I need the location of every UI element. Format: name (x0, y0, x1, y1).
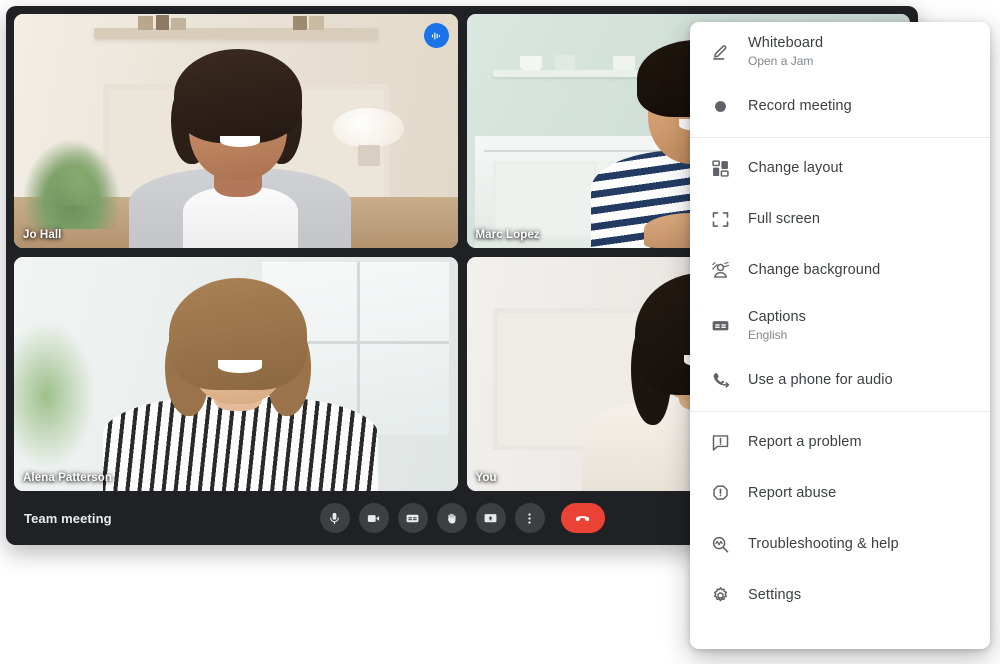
menu-item-whiteboard[interactable]: Whiteboard Open a Jam (690, 22, 990, 81)
captions-button[interactable] (397, 503, 428, 533)
closed-captions-icon (406, 514, 419, 522)
menu-item-settings[interactable]: Settings (690, 570, 990, 621)
meeting-title-label: Team meeting (24, 510, 112, 526)
participant-name-label: You (475, 472, 497, 484)
raised-hand-icon (447, 513, 456, 523)
menu-item-label: Troubleshooting & help (748, 536, 899, 553)
menu-item-change-background[interactable]: Change background (690, 245, 990, 296)
menu-item-sublabel: English (748, 327, 788, 342)
participant-tile-jo-hall[interactable]: Jo Hall (14, 14, 458, 248)
menu-item-label: Whiteboard (748, 34, 824, 51)
gear-icon (702, 585, 738, 606)
microphone-button[interactable] (319, 503, 350, 533)
menu-item-record-meeting[interactable]: Record meeting (690, 81, 990, 132)
record-dot-icon (702, 96, 738, 117)
raise-hand-button[interactable] (436, 503, 467, 533)
report-problem-icon (702, 432, 738, 453)
participant-video-jo-hall (14, 14, 458, 248)
troubleshooting-icon (702, 534, 738, 555)
menu-item-change-layout[interactable]: Change layout (690, 143, 990, 194)
menu-item-report-abuse[interactable]: Report abuse (690, 468, 990, 519)
end-call-button[interactable] (560, 503, 605, 533)
menu-item-full-screen[interactable]: Full screen (690, 194, 990, 245)
menu-item-use-phone-for-audio[interactable]: Use a phone for audio (690, 355, 990, 406)
pen-icon (702, 41, 738, 62)
microphone-icon (330, 512, 339, 524)
participant-name-label: Alena Patterson (23, 472, 113, 484)
camera-button[interactable] (358, 503, 389, 533)
menu-item-sublabel: Open a Jam (748, 53, 814, 68)
menu-divider (690, 137, 990, 138)
menu-item-report-a-problem[interactable]: Report a problem (690, 417, 990, 468)
menu-item-label: Full screen (748, 211, 821, 228)
menu-divider (690, 411, 990, 412)
participant-name-label: Marc Lopez (475, 229, 540, 241)
present-screen-icon (484, 513, 497, 522)
menu-item-troubleshooting-help[interactable]: Troubleshooting & help (690, 519, 990, 570)
present-screen-button[interactable] (475, 503, 506, 533)
end-call-icon (576, 515, 589, 521)
menu-item-label: Report a problem (748, 434, 862, 451)
layout-grid-icon (702, 158, 738, 179)
menu-item-label: Change layout (748, 160, 843, 177)
speaking-indicator-badge (423, 23, 449, 48)
more-vertical-icon (528, 512, 531, 524)
menu-item-label: Use a phone for audio (748, 372, 893, 389)
phone-forward-icon (702, 370, 738, 391)
report-abuse-icon (702, 483, 738, 504)
menu-item-label: Report abuse (748, 485, 837, 502)
menu-item-captions[interactable]: Captions English (690, 296, 990, 355)
video-camera-icon (367, 514, 380, 522)
fullscreen-icon (702, 209, 738, 230)
menu-item-label: Captions (748, 308, 807, 325)
change-background-icon (702, 260, 738, 281)
closed-captions-icon (702, 315, 738, 336)
menu-item-label: Record meeting (748, 98, 852, 115)
participant-name-label: Jo Hall (23, 229, 62, 241)
menu-item-label: Change background (748, 262, 881, 279)
more-options-menu: Whiteboard Open a Jam Record meeting Cha… (690, 22, 990, 649)
menu-item-label: Settings (748, 587, 802, 604)
participant-video-alena-patterson (14, 257, 458, 491)
speaking-icon (431, 32, 441, 39)
participant-tile-alena-patterson[interactable]: Alena Patterson (14, 257, 458, 491)
more-options-button[interactable] (514, 503, 545, 533)
